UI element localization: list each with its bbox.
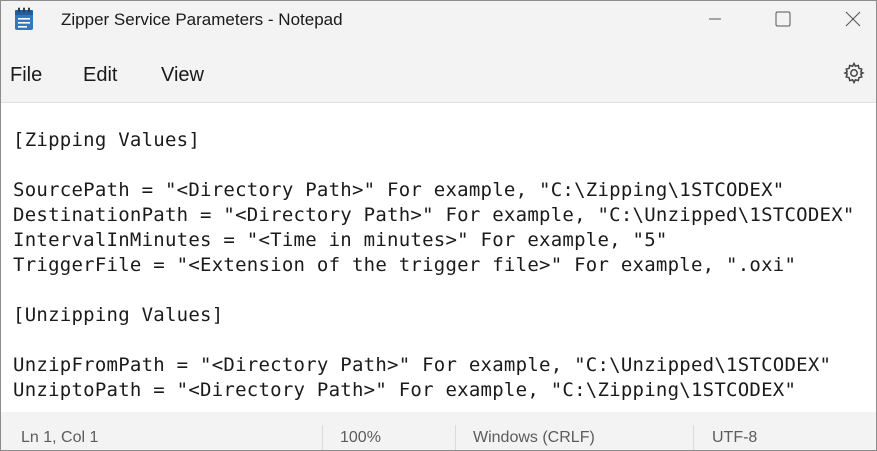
notepad-window: Zipper Service Parameters - Notepad File… bbox=[0, 0, 877, 451]
editor-line: TriggerFile = "<Extension of the trigger… bbox=[13, 254, 797, 276]
menu-view[interactable]: View bbox=[161, 64, 204, 87]
close-button[interactable] bbox=[831, 1, 875, 37]
close-icon bbox=[845, 11, 861, 27]
status-divider bbox=[322, 425, 323, 450]
menu-bar: File Edit View bbox=[1, 53, 876, 97]
status-encoding[interactable]: UTF-8 bbox=[712, 429, 757, 447]
menu-edit[interactable]: Edit bbox=[83, 64, 117, 87]
gear-icon bbox=[843, 61, 865, 85]
status-divider bbox=[455, 425, 456, 450]
editor-line: SourcePath = "<Directory Path>" For exam… bbox=[13, 179, 785, 201]
menu-file[interactable]: File bbox=[10, 64, 42, 87]
editor-line: IntervalInMinutes = "<Time in minutes>" … bbox=[13, 229, 668, 251]
text-editor[interactable]: [Zipping Values] SourcePath = "<Director… bbox=[1, 102, 876, 413]
editor-line: [Unzipping Values] bbox=[13, 304, 224, 326]
status-zoom[interactable]: 100% bbox=[340, 429, 381, 447]
minimize-button[interactable] bbox=[693, 1, 737, 37]
maximize-button[interactable] bbox=[761, 1, 805, 37]
minimize-icon bbox=[709, 18, 721, 20]
notepad-icon bbox=[14, 7, 34, 31]
status-cursor-position[interactable]: Ln 1, Col 1 bbox=[21, 429, 98, 447]
window-title: Zipper Service Parameters - Notepad bbox=[61, 10, 343, 29]
settings-button[interactable] bbox=[842, 61, 866, 85]
status-line-ending[interactable]: Windows (CRLF) bbox=[473, 429, 595, 447]
editor-line: UnzipFromPath = "<Directory Path>" For e… bbox=[13, 354, 832, 376]
editor-line: DestinationPath = "<Directory Path>" For… bbox=[13, 204, 855, 226]
editor-line: [Zipping Values] bbox=[13, 129, 201, 151]
status-divider bbox=[693, 425, 694, 450]
editor-line: UnziptoPath = "<Directory Path>" For exa… bbox=[13, 379, 797, 401]
maximize-icon bbox=[775, 11, 791, 27]
status-bar: Ln 1, Col 1 100% Windows (CRLF) UTF-8 bbox=[1, 412, 876, 450]
title-bar[interactable]: Zipper Service Parameters - Notepad bbox=[1, 1, 876, 41]
